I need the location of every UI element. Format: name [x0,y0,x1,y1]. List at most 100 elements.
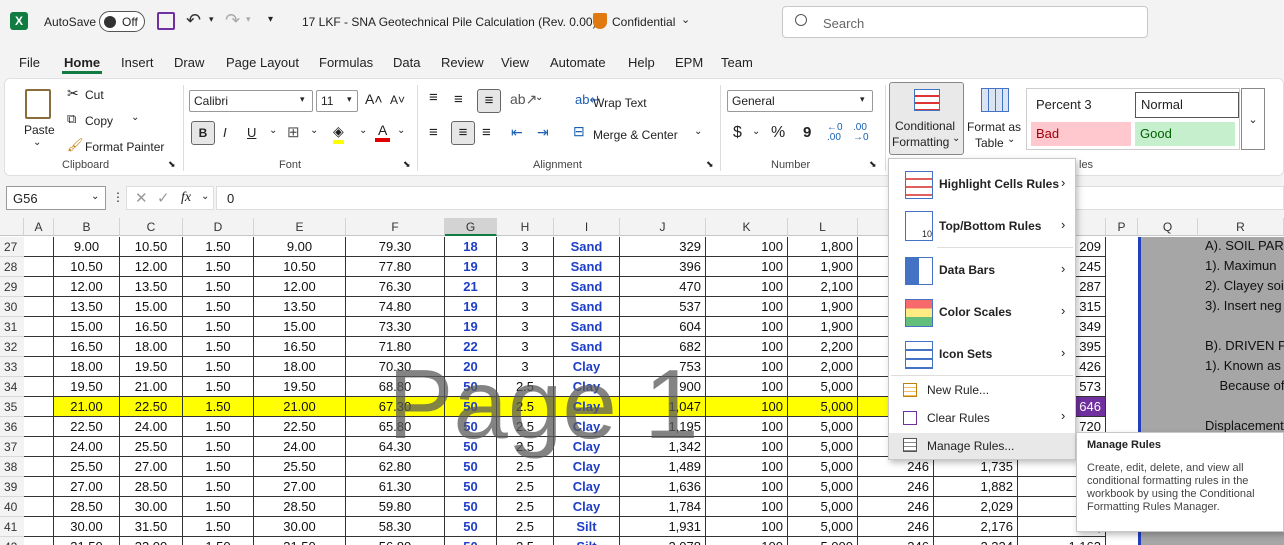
cell-n-38[interactable]: 1,735 [934,457,1018,477]
cell-i-41[interactable]: Silt [554,517,620,537]
cell-b-38[interactable]: 25.50 [54,457,120,477]
row-header[interactable]: 28 [0,257,24,277]
redo-icon[interactable]: ↷ [225,10,240,31]
row-header[interactable]: 38 [0,457,24,477]
underline-button[interactable]: U [247,125,256,140]
cell-a-33[interactable] [24,357,54,377]
cell-k-27[interactable]: 100 [706,237,788,257]
cell-c-41[interactable]: 31.50 [120,517,183,537]
cell-d-28[interactable]: 1.50 [183,257,254,277]
cell-i-29[interactable]: Sand [554,277,620,297]
cut-button[interactable]: Cut [85,88,104,102]
column-header[interactable]: A [24,218,54,236]
cell-m-39[interactable]: 246 [858,477,934,497]
tab-insert[interactable]: Insert [121,55,154,70]
row-header[interactable]: 36 [0,417,24,437]
sensitivity-chevron-icon[interactable]: ⌄ [681,13,690,26]
cell-a-40[interactable] [24,497,54,517]
cell-a-37[interactable] [24,437,54,457]
cell-b-32[interactable]: 16.50 [54,337,120,357]
cell-e-34[interactable]: 19.50 [254,377,346,397]
save-icon[interactable] [157,12,175,30]
cell-c-31[interactable]: 16.50 [120,317,183,337]
decrease-font-icon[interactable]: A˅ [390,93,405,107]
cell-d-30[interactable]: 1.50 [183,297,254,317]
cell-j-31[interactable]: 604 [620,317,706,337]
tab-team[interactable]: Team [721,55,753,70]
cell-m-40[interactable]: 246 [858,497,934,517]
cell-l-28[interactable]: 1,900 [788,257,858,277]
increase-decimal-icon[interactable]: ←0.00 [827,123,843,143]
align-bottom-icon[interactable]: ≡ [477,89,501,113]
cell-k-32[interactable]: 100 [706,337,788,357]
cell-a-29[interactable] [24,277,54,297]
cell-f-29[interactable]: 76.30 [346,277,445,297]
align-top-icon[interactable]: ≡ [429,89,438,106]
cell-c-35[interactable]: 22.50 [120,397,183,417]
cell-i-31[interactable]: Sand [554,317,620,337]
cell-e-29[interactable]: 12.00 [254,277,346,297]
cell-l-40[interactable]: 5,000 [788,497,858,517]
cell-d-35[interactable]: 1.50 [183,397,254,417]
cell-g-41[interactable]: 50 [445,517,497,537]
cell-b-37[interactable]: 24.00 [54,437,120,457]
cell-h-30[interactable]: 3 [497,297,554,317]
redo-dropdown-icon[interactable]: ▾ [246,14,251,25]
cell-k-39[interactable]: 100 [706,477,788,497]
cell-a-34[interactable] [24,377,54,397]
cell-e-39[interactable]: 27.00 [254,477,346,497]
cell-l-41[interactable]: 5,000 [788,517,858,537]
tab-home[interactable]: Home [64,55,100,70]
cell-o-42[interactable]: 1,162 [1018,537,1106,545]
cell-b-30[interactable]: 13.50 [54,297,120,317]
copy-dropdown-icon[interactable]: ⌄ [131,112,139,123]
cell-j-40[interactable]: 1,784 [620,497,706,517]
cell-a-31[interactable] [24,317,54,337]
tab-file[interactable]: File [19,55,40,70]
style-normal[interactable]: Normal [1135,92,1239,118]
cell-b-29[interactable]: 12.00 [54,277,120,297]
cell-n-41[interactable]: 2,176 [934,517,1018,537]
align-right-icon[interactable]: ≡ [482,124,491,141]
column-header[interactable]: D [183,218,254,236]
note-line[interactable]: B). DRIVEN PI [1205,338,1284,353]
cancel-icon[interactable]: ✕ [135,189,148,207]
cell-k-36[interactable]: 100 [706,417,788,437]
menu-color-scales[interactable]: Color Scales › [889,293,1075,333]
cell-k-33[interactable]: 100 [706,357,788,377]
cell-l-27[interactable]: 1,800 [788,237,858,257]
note-line[interactable]: 1). Maximun [1205,258,1277,273]
autosave-toggle[interactable]: Off [99,11,145,32]
style-bad[interactable]: Bad [1031,122,1131,146]
cell-k-29[interactable]: 100 [706,277,788,297]
cell-i-40[interactable]: Clay [554,497,620,517]
cell-i-28[interactable]: Sand [554,257,620,277]
merge-center-button[interactable]: Merge & Center [593,128,678,142]
note-line[interactable]: A). SOIL PARA [1205,238,1284,253]
column-header[interactable]: J [620,218,706,236]
cell-e-42[interactable]: 31.50 [254,537,346,545]
cell-g-28[interactable]: 19 [445,257,497,277]
increase-font-icon[interactable]: A˄ [365,91,383,107]
column-header[interactable]: P [1106,218,1138,236]
column-header[interactable]: G [445,218,497,236]
cell-m-41[interactable]: 246 [858,517,934,537]
font-color-icon[interactable]: A [375,122,391,142]
tab-epm[interactable]: EPM [675,55,703,70]
cell-l-38[interactable]: 5,000 [788,457,858,477]
font-color-dropdown-icon[interactable]: ⌄ [397,125,405,136]
cell-h-40[interactable]: 2.5 [497,497,554,517]
cell-a-27[interactable] [24,237,54,257]
cell-c-29[interactable]: 13.50 [120,277,183,297]
cell-d-36[interactable]: 1.50 [183,417,254,437]
format-painter-button[interactable]: Format Painter [85,140,164,154]
row-header[interactable]: 29 [0,277,24,297]
cell-j-41[interactable]: 1,931 [620,517,706,537]
sensitivity-label[interactable]: Confidential [612,15,675,29]
note-line[interactable]: Because of [1205,378,1284,393]
cell-a-35[interactable] [24,397,54,417]
row-header[interactable]: 35 [0,397,24,417]
enter-icon[interactable]: ✓ [157,189,170,207]
cell-j-27[interactable]: 329 [620,237,706,257]
cell-b-33[interactable]: 18.00 [54,357,120,377]
